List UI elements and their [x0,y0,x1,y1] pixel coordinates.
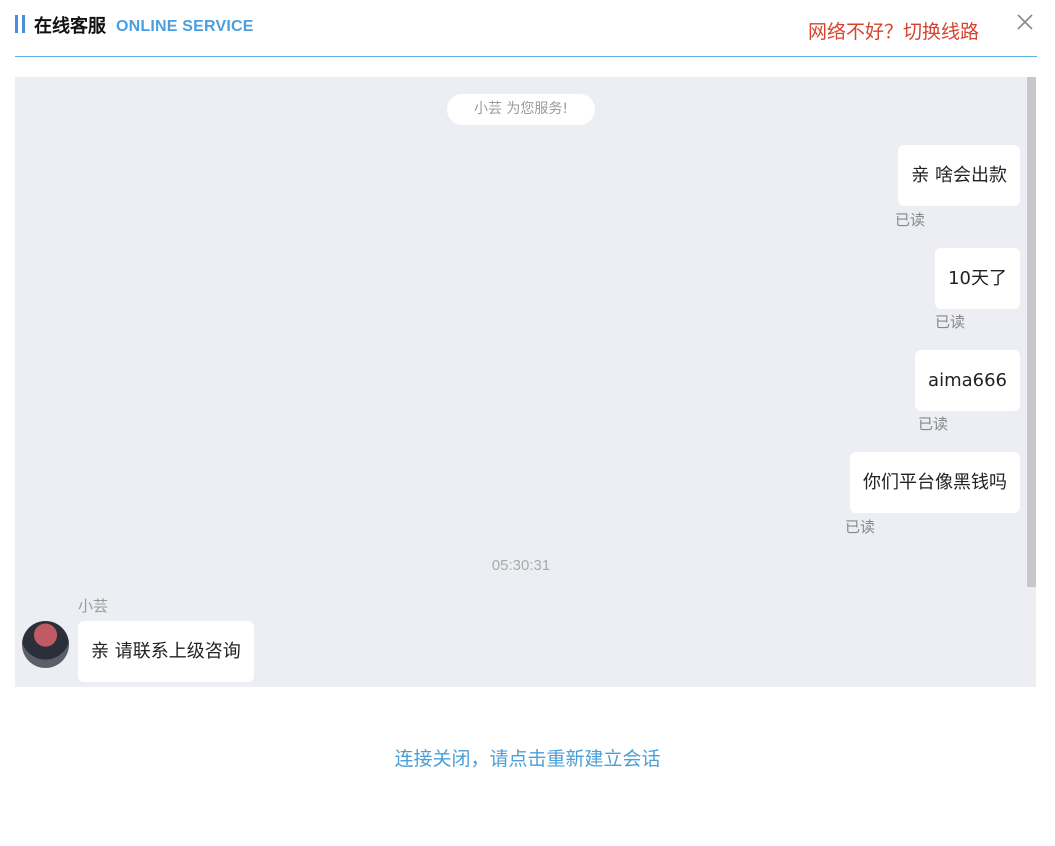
avatar-icon [22,621,69,668]
scrollbar[interactable] [1027,77,1036,687]
agent-name: 小芸 [78,597,109,615]
reconnect-link[interactable]: 连接关闭，请点击重新建立会话 [0,744,1055,771]
scrollbar-thumb[interactable] [1027,77,1036,587]
user-message: aima666 [915,350,1020,411]
system-notice: 小芸 为您服务! [447,94,595,125]
user-message: 你们平台像黑钱吗 [850,452,1020,513]
read-status: 已读 [918,415,949,433]
agent-message: 亲 请联系上级咨询 [78,621,254,682]
chat-header: 在线客服 ONLINE SERVICE 网络不好？切换线路 [15,0,1037,57]
page-subtitle: ONLINE SERVICE [116,18,254,35]
read-status: 已读 [935,313,966,331]
read-status: 已读 [895,211,926,229]
read-status: 已读 [845,518,876,536]
user-message: 10天了 [935,248,1020,309]
close-icon[interactable] [1015,12,1035,32]
title-bars-icon [15,15,27,33]
user-message: 亲 啥会出款 [898,145,1020,206]
chat-area[interactable]: 小芸 为您服务! 亲 啥会出款 已读 10天了 已读 aima666 已读 你们… [15,77,1036,687]
switch-line-link[interactable]: 网络不好？切换线路 [808,17,979,44]
message-timestamp: 05:30:31 [491,557,551,574]
page-title: 在线客服 [34,16,106,37]
